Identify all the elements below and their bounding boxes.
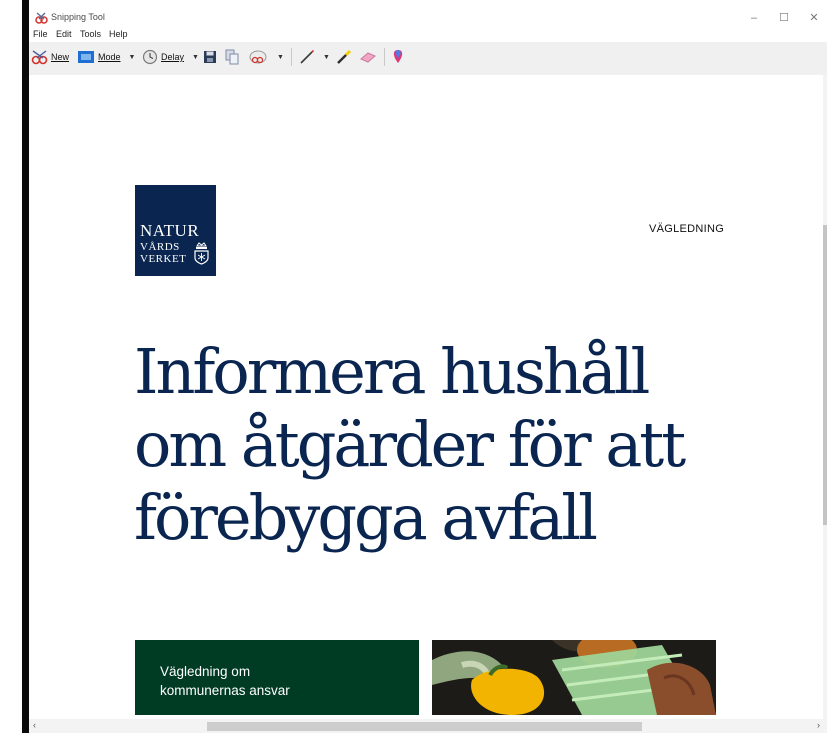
highlighter-button[interactable] — [336, 48, 352, 66]
toolbar-separator-2 — [384, 48, 385, 66]
eraser-button[interactable] — [359, 48, 377, 66]
title-bar[interactable]: Snipping Tool – ☐ ✕ — [29, 8, 827, 28]
horizontal-scroll-thumb[interactable] — [207, 722, 642, 731]
scissors-icon — [31, 50, 48, 65]
vertical-scrollbar[interactable] — [823, 75, 827, 719]
headline-line-3: förebygga avfall — [134, 481, 598, 554]
menu-help[interactable]: Help — [109, 29, 128, 39]
copy-button[interactable] — [225, 48, 239, 66]
logo-line-3: VERKET — [140, 253, 187, 265]
delay-label: Delay — [161, 52, 185, 62]
minimize-button[interactable]: – — [739, 8, 769, 28]
eraser-icon — [360, 52, 376, 63]
pen-dropdown-icon[interactable]: ▼ — [323, 54, 330, 61]
save-button[interactable] — [203, 48, 217, 66]
pen-icon — [300, 49, 315, 64]
nav-category-label[interactable]: VÄGLEDNING — [649, 223, 724, 235]
copy-icon — [225, 49, 239, 65]
snipping-tool-window: Snipping Tool – ☐ ✕ File Edit Tools Help… — [29, 8, 827, 733]
paint3d-icon — [393, 50, 403, 63]
mode-dropdown-icon[interactable]: ▼ — [129, 54, 136, 61]
new-label: New — [51, 52, 70, 62]
vegetables-image — [432, 640, 716, 715]
save-icon — [204, 51, 216, 63]
pen-button[interactable]: ▼ — [299, 48, 330, 66]
new-button[interactable]: New — [31, 48, 69, 66]
card-line-2: kommunernas ansvar — [160, 683, 290, 698]
guidance-card[interactable]: Vägledning om kommunernas ansvar — [135, 640, 419, 715]
vertical-scroll-thumb[interactable] — [823, 225, 827, 525]
headline-line-1: Informera hushåll — [134, 335, 650, 408]
card-text: Vägledning om kommunernas ansvar — [160, 662, 290, 700]
clock-icon — [142, 49, 158, 65]
mode-rectangle-icon — [78, 51, 94, 63]
toolbar: New Mode ▼ Delay ▼ ▼ ▼ — [29, 42, 827, 75]
menu-bar: File Edit Tools Help — [29, 28, 827, 41]
snip-canvas: NATUR VÅRDS VERKET VÄGLEDNING Informera … — [29, 75, 823, 719]
page-headline: Informera hushåll om åtgärder för att fö… — [134, 335, 784, 554]
mode-button[interactable]: Mode ▼ — [77, 48, 135, 66]
window-title: Snipping Tool — [51, 12, 105, 22]
send-email-button[interactable]: ▼ — [248, 48, 284, 66]
scroll-left-arrow-icon[interactable]: ‹ — [33, 720, 36, 730]
delay-button[interactable]: Delay ▼ — [142, 48, 199, 66]
logo-line-2: VÅRDS — [140, 241, 180, 253]
naturvardsverket-logo: NATUR VÅRDS VERKET — [135, 185, 216, 276]
horizontal-scrollbar[interactable]: ‹ › — [29, 719, 827, 733]
paint3d-button[interactable] — [391, 48, 405, 66]
snipping-tool-icon — [35, 12, 48, 24]
logo-line-1: NATUR — [140, 221, 200, 240]
desktop-edge — [22, 0, 29, 733]
scroll-right-arrow-icon[interactable]: › — [817, 720, 820, 730]
send-dropdown-icon[interactable]: ▼ — [277, 54, 284, 61]
card-line-1: Vägledning om — [160, 664, 251, 679]
mode-label: Mode — [98, 52, 121, 62]
delay-dropdown-icon[interactable]: ▼ — [192, 54, 199, 61]
toolbar-separator — [291, 48, 292, 66]
highlighter-icon — [337, 49, 352, 64]
crest-icon — [194, 242, 209, 265]
vegetables-photo — [432, 640, 716, 715]
menu-tools[interactable]: Tools — [80, 29, 101, 39]
headline-line-2: om åtgärder för att — [134, 408, 686, 481]
menu-edit[interactable]: Edit — [56, 29, 72, 39]
close-button[interactable]: ✕ — [799, 8, 827, 28]
maximize-button[interactable]: ☐ — [769, 8, 799, 28]
menu-file[interactable]: File — [33, 29, 48, 39]
send-email-icon — [249, 50, 267, 64]
